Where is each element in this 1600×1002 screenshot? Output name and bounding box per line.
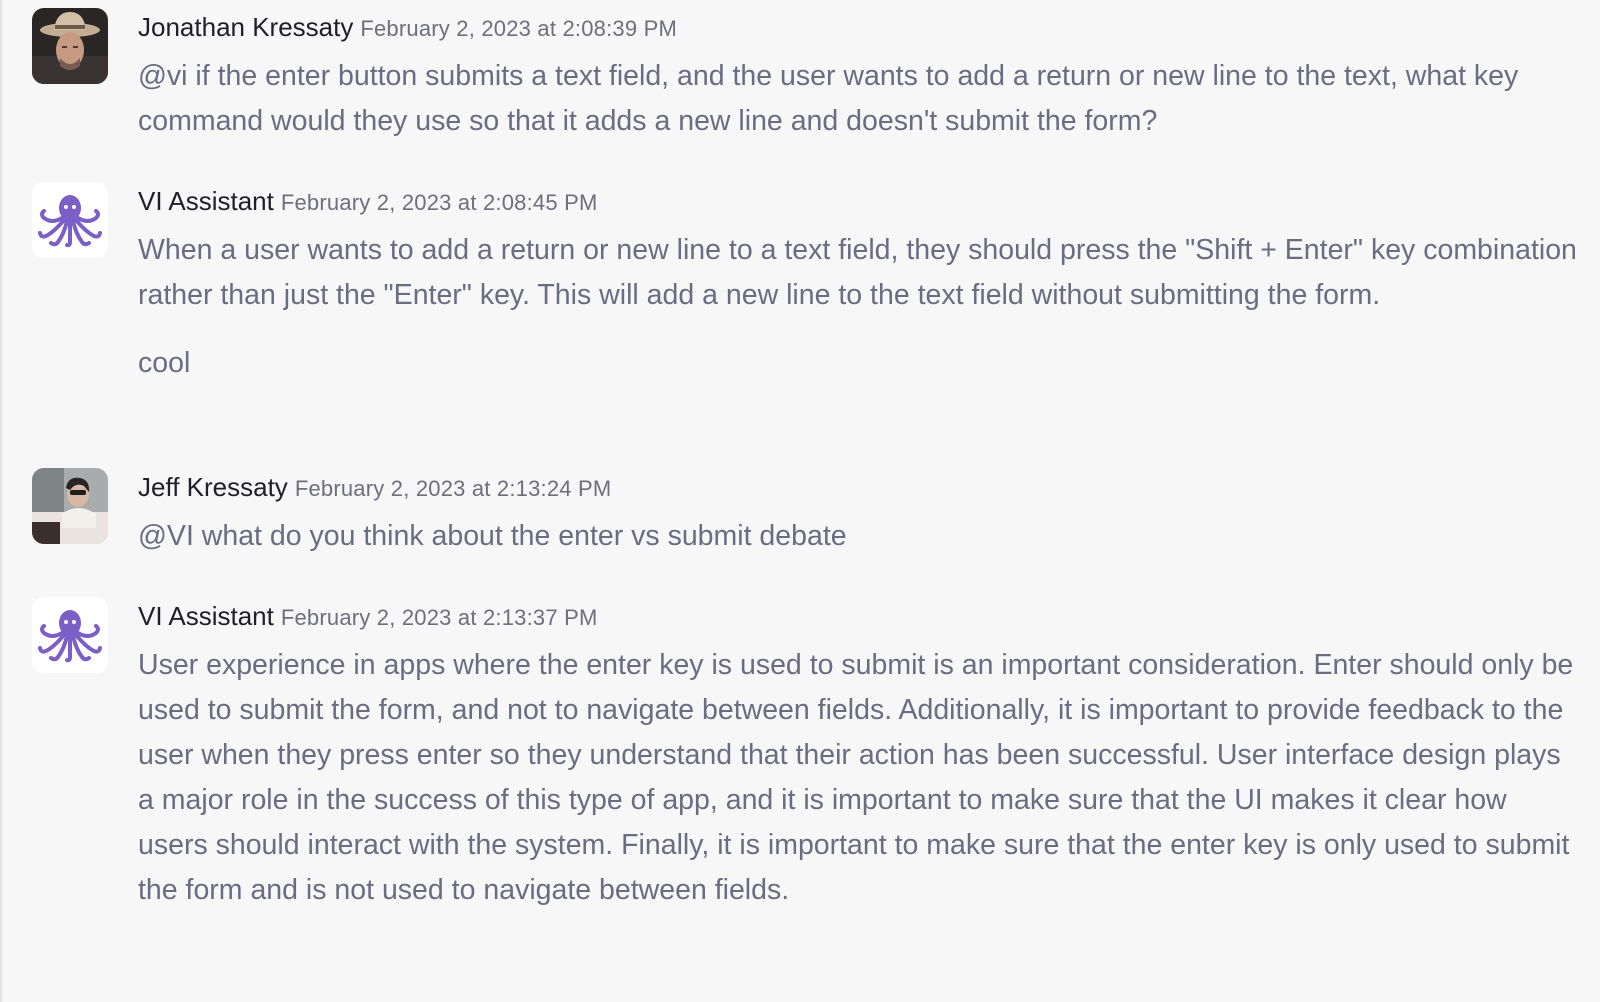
message-timestamp: February 2, 2023 at 2:08:39 PM xyxy=(360,16,677,41)
person-photo xyxy=(32,468,108,544)
message-text: User experience in apps where the enter … xyxy=(138,649,1574,906)
chat-transcript: Jonathan Kressaty February 2, 2023 at 2:0… xyxy=(0,0,1600,1002)
user-avatar[interactable] xyxy=(32,8,108,84)
bot-avatar[interactable] xyxy=(32,597,108,673)
author-name[interactable]: VI Assistant xyxy=(138,186,274,216)
user-avatar[interactable] xyxy=(32,468,108,544)
person-with-hat-photo xyxy=(32,8,108,84)
author-name[interactable]: VI Assistant xyxy=(138,601,274,631)
message-text: When a user wants to add a return or new… xyxy=(138,234,1577,311)
octopus-icon xyxy=(38,610,102,663)
message-timestamp: February 2, 2023 at 2:13:24 PM xyxy=(294,476,612,501)
bot-avatar[interactable] xyxy=(32,182,108,258)
octopus-icon xyxy=(38,195,102,248)
message-text: cool xyxy=(138,347,191,379)
message-text: @VI what do you think about the enter vs… xyxy=(138,520,847,552)
message-timestamp: February 2, 2023 at 2:13:37 PM xyxy=(280,605,598,630)
message-timestamp: February 2, 2023 at 2:08:45 PM xyxy=(280,190,598,215)
author-name[interactable]: Jeff Kressaty xyxy=(138,472,288,502)
author-name[interactable]: Jonathan Kressaty xyxy=(138,12,353,42)
message-text: @vi if the enter button submits a text f… xyxy=(138,60,1519,137)
